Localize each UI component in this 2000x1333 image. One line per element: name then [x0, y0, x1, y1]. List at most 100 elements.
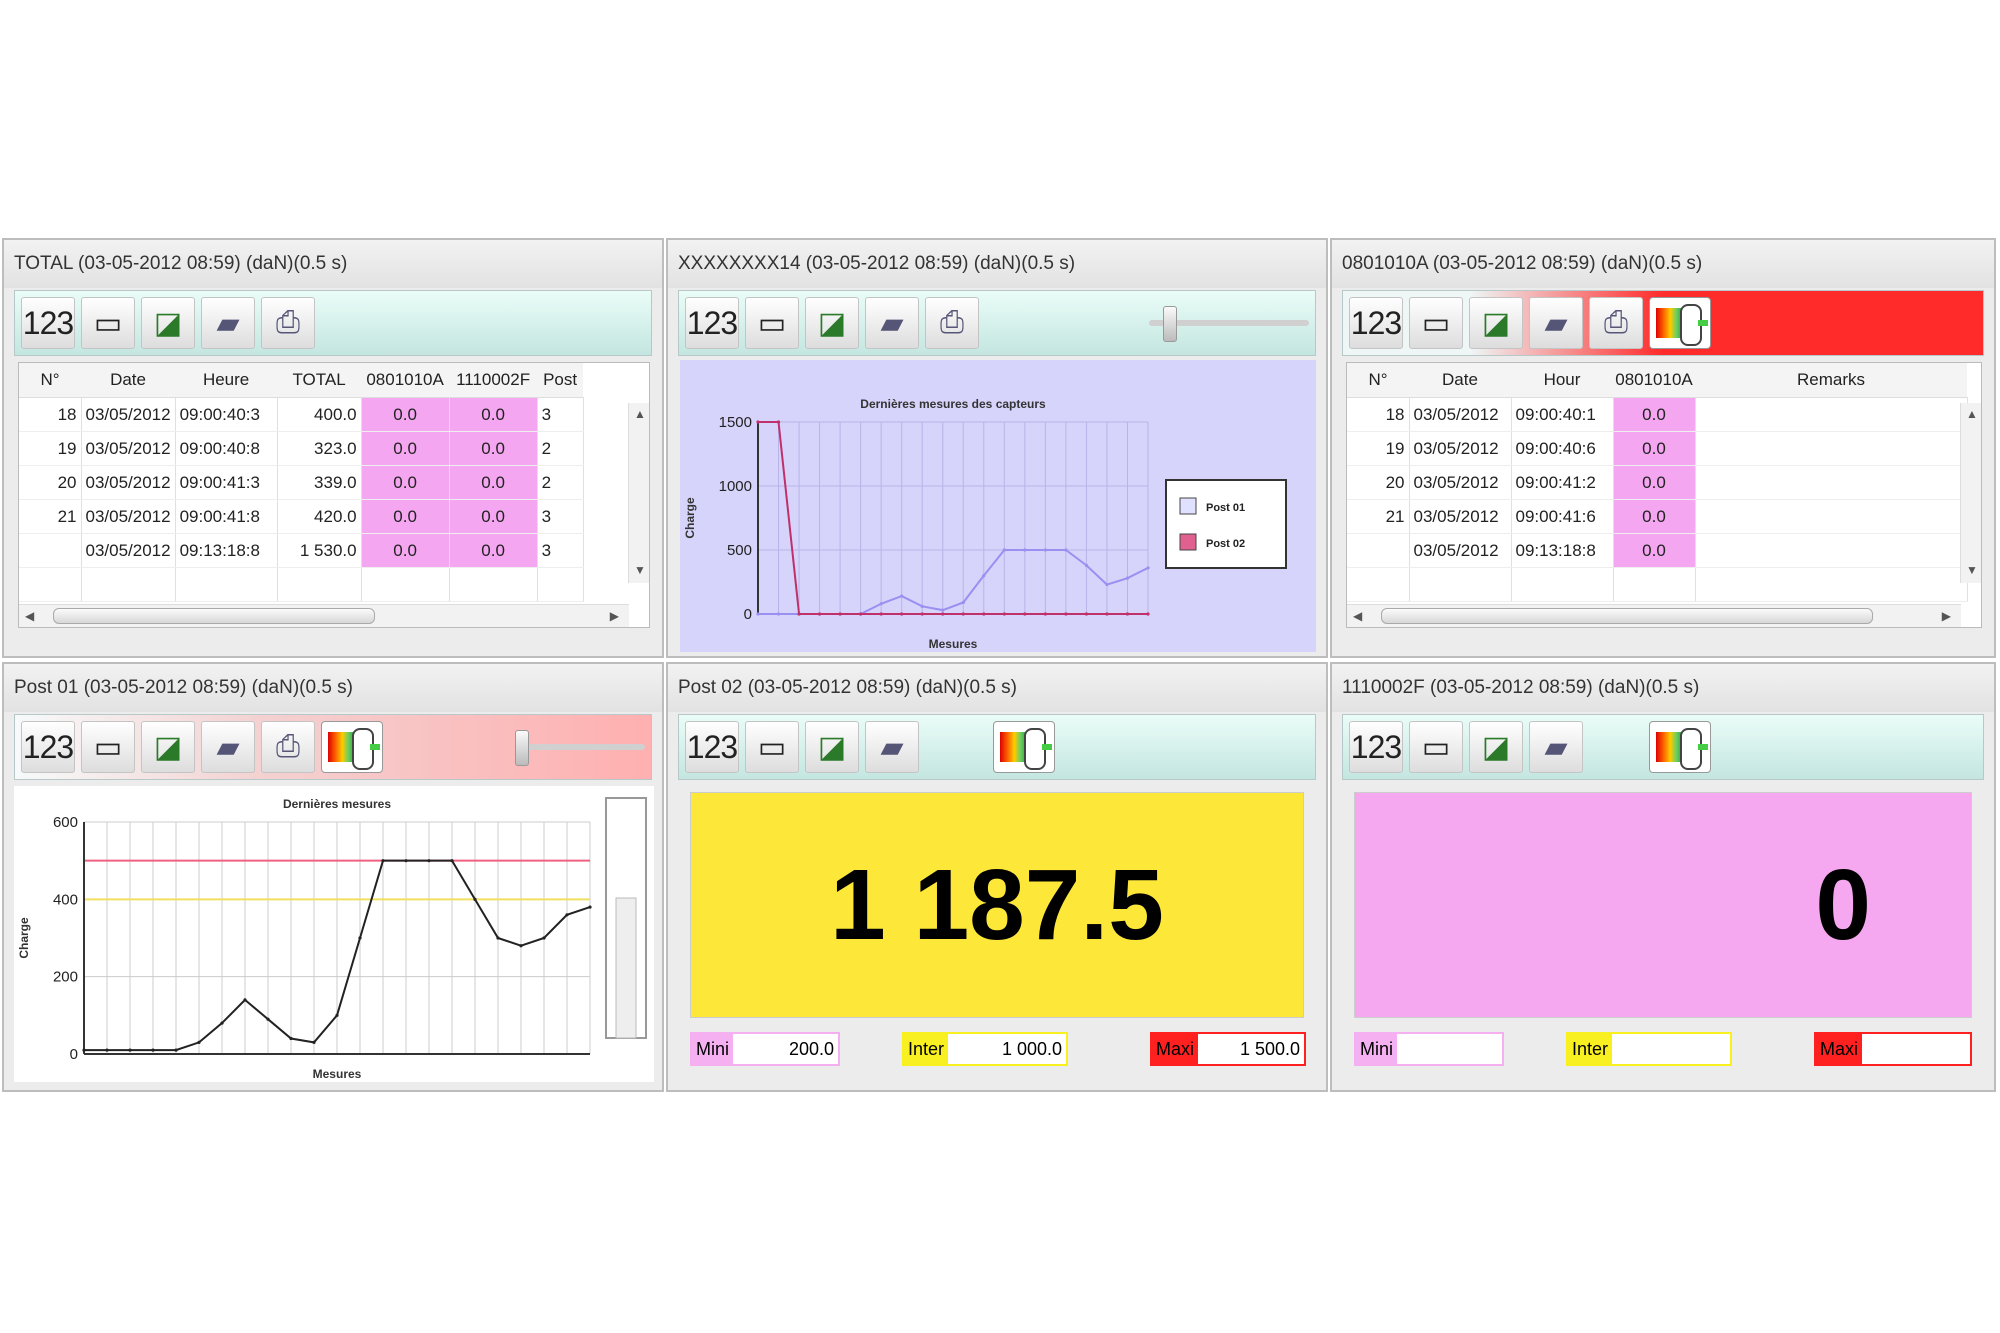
table-cell [1695, 567, 1968, 602]
chart-icon[interactable]: ◪ [141, 297, 195, 349]
data-point [266, 1017, 270, 1021]
column-header[interactable]: Heure [175, 363, 278, 398]
table-row[interactable]: 21 03/05/2012 09:00:41:8 420.0 0.0 0.0 3 [19, 499, 584, 534]
chart-icon[interactable]: ◪ [805, 297, 859, 349]
column-header[interactable]: Remarks [1695, 363, 1967, 398]
column-header[interactable]: N° [1347, 363, 1409, 398]
chart-icon[interactable]: ◪ [1469, 721, 1523, 773]
data-point [289, 1036, 293, 1041]
column-header[interactable]: Hour [1511, 363, 1613, 398]
gauge-icon[interactable] [321, 721, 383, 773]
table-row[interactable]: 19 03/05/2012 09:00:40:8 323.0 0.0 0.0 2 [19, 431, 584, 466]
numeric-display-button[interactable]: 123 [1349, 721, 1403, 773]
table-row[interactable]: 18 03/05/2012 09:00:40:1 0.0 [1347, 397, 1968, 432]
zoom-slider[interactable] [1149, 306, 1309, 342]
chart-icon[interactable]: ◪ [805, 721, 859, 773]
table-cell [1409, 567, 1512, 602]
inter-value[interactable] [1612, 1034, 1730, 1064]
maxi-value[interactable]: 1 500.0 [1198, 1034, 1304, 1064]
numeric-display-button[interactable]: 123 [21, 297, 75, 349]
gauge-icon[interactable] [1649, 297, 1711, 349]
column-header[interactable]: Date [81, 363, 176, 398]
scroll-left-icon[interactable]: ◀ [25, 609, 34, 623]
data-table: N° Date Heure TOTAL 0801010A 1110002F Post 18 0… [18, 362, 650, 628]
camera-icon[interactable]: ▰ [201, 297, 255, 349]
table-icon[interactable]: ▭ [81, 297, 135, 349]
scroll-up-icon[interactable]: ▲ [1966, 407, 1978, 421]
table-icon[interactable]: ▭ [1409, 297, 1463, 349]
window-title: 1110002F (03-05-2012 08:59) (daN)(0.5 s) [1332, 664, 1994, 712]
table-row[interactable]: 18 03/05/2012 09:00:40:3 400.0 0.0 0.0 3 [19, 397, 584, 432]
table-icon[interactable]: ▭ [81, 721, 135, 773]
print-icon[interactable]: ⎙ [261, 721, 315, 773]
legend-swatch [1179, 533, 1197, 551]
table-cell: 09:00:40:3 [175, 397, 278, 432]
y-tick-label: 600 [53, 814, 78, 831]
chart-icon[interactable]: ◪ [1469, 297, 1523, 349]
table-row[interactable]: 20 03/05/2012 09:00:41:2 0.0 [1347, 465, 1968, 500]
scroll-thumb[interactable] [1381, 608, 1873, 624]
chart-title: Dernières mesures [283, 797, 391, 811]
horizontal-scrollbar[interactable]: ◀ ▶ [1347, 604, 1961, 627]
scroll-thumb[interactable] [53, 608, 375, 624]
scroll-up-icon[interactable]: ▲ [634, 407, 646, 421]
print-icon[interactable]: ⎙ [1589, 297, 1643, 349]
min-value[interactable]: 200.0 [733, 1034, 838, 1064]
scroll-down-icon[interactable]: ▼ [634, 563, 646, 577]
column-header[interactable]: 1110002F [449, 363, 538, 398]
column-header[interactable]: TOTAL [277, 363, 362, 398]
camera-icon[interactable]: ▰ [865, 297, 919, 349]
column-header[interactable]: 0801010A [1613, 363, 1695, 398]
scroll-right-icon[interactable]: ▶ [610, 609, 619, 623]
scroll-left-icon[interactable]: ◀ [1353, 609, 1362, 623]
scroll-down-icon[interactable]: ▼ [1966, 563, 1978, 577]
zoom-slider[interactable] [515, 730, 645, 766]
table-cell: 03/05/2012 [1409, 397, 1512, 432]
table-cell: 03/05/2012 [81, 499, 176, 534]
table-icon[interactable]: ▭ [1409, 721, 1463, 773]
camera-icon[interactable]: ▰ [865, 721, 919, 773]
print-icon[interactable]: ⎙ [925, 297, 979, 349]
table-row[interactable] [1347, 567, 1968, 602]
scroll-right-icon[interactable]: ▶ [1942, 609, 1951, 623]
maxi-value[interactable] [1862, 1034, 1970, 1064]
table-icon[interactable]: ▭ [745, 721, 799, 773]
table-icon[interactable]: ▭ [745, 297, 799, 349]
vertical-scrollbar[interactable]: ▲ ▼ [1960, 403, 1981, 583]
table-row[interactable] [19, 567, 584, 602]
table-row[interactable]: 03/05/2012 09:13:18:8 0.0 [1347, 533, 1968, 568]
column-header[interactable]: N° [19, 363, 81, 398]
table-row[interactable]: 20 03/05/2012 09:00:41:3 339.0 0.0 0.0 2 [19, 465, 584, 500]
horizontal-scrollbar[interactable]: ◀ ▶ [19, 604, 629, 627]
table-cell: 18 [1347, 397, 1410, 432]
print-icon[interactable]: ⎙ [261, 297, 315, 349]
camera-icon[interactable]: ▰ [1529, 297, 1583, 349]
camera-icon[interactable]: ▰ [1529, 721, 1583, 773]
table-row[interactable]: 03/05/2012 09:13:18:8 1 530.0 0.0 0.0 3 [19, 533, 584, 568]
column-header[interactable]: Date [1409, 363, 1511, 398]
inter-threshold: Inter [1566, 1032, 1732, 1066]
data-table: N° Date Hour 0801010A Remarks 18 03/05/2012 09… [1346, 362, 1982, 628]
gauge-icon[interactable] [1649, 721, 1711, 773]
numeric-display-button[interactable]: 123 [685, 721, 739, 773]
chart-icon[interactable]: ◪ [141, 721, 195, 773]
vertical-scrollbar[interactable]: ▲ ▼ [628, 403, 649, 583]
x-axis-label: Mesures [313, 1067, 362, 1081]
camera-icon[interactable]: ▰ [201, 721, 255, 773]
numeric-display-button[interactable]: 123 [685, 297, 739, 349]
data-point [450, 859, 454, 863]
min-value[interactable] [1397, 1034, 1502, 1064]
table-row[interactable]: 21 03/05/2012 09:00:41:6 0.0 [1347, 499, 1968, 534]
gauge-icon[interactable] [993, 721, 1055, 773]
min-threshold: Mini 200.0 [690, 1032, 840, 1066]
table-cell [449, 567, 538, 602]
numeric-display-button[interactable]: 123 [21, 721, 75, 773]
numeric-display-button[interactable]: 123 [1349, 297, 1403, 349]
column-header[interactable]: Post [537, 363, 584, 398]
slider-thumb[interactable] [1163, 306, 1177, 342]
slider-thumb[interactable] [515, 730, 529, 766]
table-cell: 0.0 [361, 499, 450, 534]
inter-value[interactable]: 1 000.0 [948, 1034, 1066, 1064]
table-row[interactable]: 19 03/05/2012 09:00:40:6 0.0 [1347, 431, 1968, 466]
column-header[interactable]: 0801010A [361, 363, 450, 398]
